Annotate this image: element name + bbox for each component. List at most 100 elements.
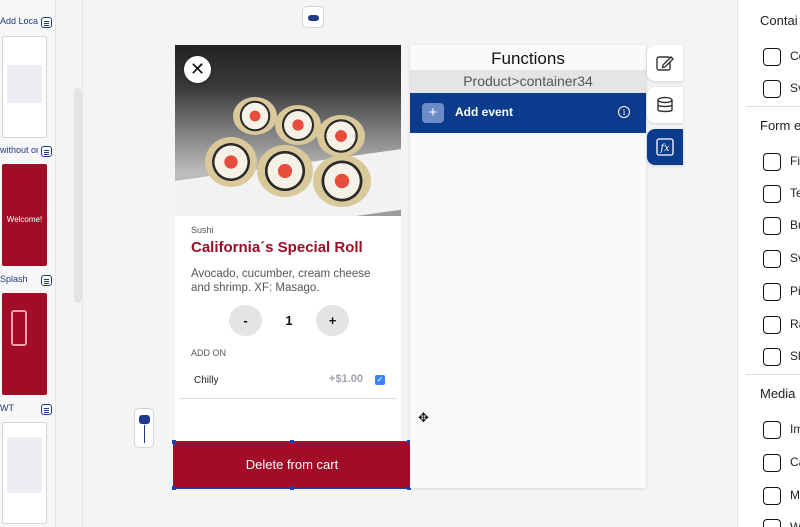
page-thumbnail-add-location[interactable] bbox=[2, 36, 47, 138]
selection-handle[interactable] bbox=[172, 486, 176, 490]
svg-icon bbox=[763, 80, 781, 98]
page-item-splash[interactable]: Splash bbox=[0, 274, 54, 290]
widget-label: Bu bbox=[790, 218, 800, 232]
quantity-stepper: - 1 + bbox=[229, 305, 349, 336]
widget-radio[interactable]: Ra bbox=[763, 315, 800, 335]
section-form-title: Form e bbox=[760, 118, 800, 133]
page-item-without-onboarding[interactable]: without on bbox=[0, 145, 54, 161]
edit-icon bbox=[656, 56, 674, 71]
product-title: California´s Special Roll bbox=[191, 239, 363, 256]
field-icon bbox=[763, 153, 781, 171]
page-label: without on bbox=[0, 145, 38, 155]
section-media-title: Media bbox=[760, 386, 796, 401]
info-icon[interactable]: i bbox=[618, 106, 630, 118]
widget-map[interactable]: M bbox=[763, 486, 800, 506]
widget-web[interactable]: W bbox=[763, 518, 800, 527]
widget-label: Sv bbox=[790, 251, 800, 265]
function-fx-icon: fx bbox=[656, 138, 674, 156]
add-event-label: Add event bbox=[455, 105, 514, 119]
side-resize-handle[interactable] bbox=[134, 408, 154, 448]
product-image: ✕ bbox=[175, 45, 401, 216]
widget-label: M bbox=[790, 488, 800, 502]
page-menu-icon[interactable] bbox=[41, 275, 52, 286]
page-menu-icon[interactable] bbox=[41, 404, 52, 415]
page-label: Splash bbox=[0, 274, 28, 284]
container-icon bbox=[763, 48, 781, 66]
widget-container[interactable]: Co bbox=[763, 47, 800, 67]
widget-label: Te bbox=[790, 186, 800, 200]
text-icon bbox=[763, 185, 781, 203]
widget-label: Ra bbox=[790, 317, 800, 331]
delete-from-cart-button[interactable]: Delete from cart bbox=[173, 441, 411, 489]
sushi-roll bbox=[313, 155, 371, 207]
page-item-wt[interactable]: WT bbox=[0, 403, 54, 419]
widget-label: Fi bbox=[790, 154, 800, 168]
widget-slider[interactable]: Sl bbox=[763, 347, 800, 367]
top-resize-handle[interactable] bbox=[302, 6, 324, 28]
page-label: WT bbox=[0, 403, 14, 413]
section-containers-title: Contai bbox=[760, 13, 798, 28]
selection-handle[interactable] bbox=[290, 486, 294, 490]
widget-label: Pi bbox=[790, 284, 800, 298]
functions-breadcrumb: Product>container34 bbox=[410, 70, 646, 93]
functions-title: Functions bbox=[491, 49, 565, 68]
sushi-roll bbox=[205, 137, 257, 187]
database-tab[interactable] bbox=[647, 87, 683, 123]
pages-panel: Add Locati without on Welcome! Splash WT bbox=[0, 0, 56, 527]
widget-field[interactable]: Fi bbox=[763, 152, 800, 172]
pages-scrollbar[interactable] bbox=[74, 88, 82, 303]
page-menu-icon[interactable] bbox=[41, 17, 52, 28]
edit-tab[interactable] bbox=[647, 45, 683, 81]
widget-camera[interactable]: Ca bbox=[763, 453, 800, 473]
close-button[interactable]: ✕ bbox=[184, 56, 211, 83]
widget-button[interactable]: Bu bbox=[763, 216, 800, 236]
widget-text[interactable]: Te bbox=[763, 184, 800, 204]
addon-header: ADD ON bbox=[191, 348, 227, 358]
widget-label: Sv bbox=[790, 81, 800, 95]
addon-price: +$1.00 bbox=[329, 373, 363, 385]
addon-name: Chilly bbox=[194, 375, 219, 386]
page-item-add-location[interactable]: Add Locati bbox=[0, 16, 54, 32]
increase-quantity-button[interactable]: + bbox=[316, 305, 349, 336]
page-thumbnail-without-onboarding[interactable]: Welcome! bbox=[2, 164, 47, 266]
selection-handle[interactable] bbox=[290, 440, 294, 444]
widget-label: W bbox=[790, 520, 800, 527]
add-event-button[interactable]: + Add event i bbox=[410, 93, 646, 133]
button-icon bbox=[763, 217, 781, 235]
widget-picker[interactable]: Pi bbox=[763, 282, 800, 302]
widget-label: Im bbox=[790, 422, 800, 436]
addon-checkbox[interactable]: ✓ bbox=[375, 375, 385, 385]
widget-switch[interactable]: Sv bbox=[763, 249, 800, 269]
addon-row[interactable]: Chilly +$1.00 ✓ bbox=[179, 367, 397, 399]
page-thumbnail-wt[interactable] bbox=[2, 422, 47, 524]
map-icon bbox=[763, 487, 781, 505]
phone-illustration bbox=[11, 310, 27, 346]
selection-handle[interactable] bbox=[172, 440, 176, 444]
product-category: Sushi bbox=[191, 225, 214, 235]
chevron-down-icon bbox=[763, 283, 781, 301]
panel-divider bbox=[82, 0, 83, 527]
widget-label: Ca bbox=[790, 455, 800, 469]
camera-icon bbox=[763, 454, 781, 472]
page-thumbnail-splash[interactable] bbox=[2, 293, 47, 395]
widget-label: Sl bbox=[790, 349, 800, 363]
sushi-roll bbox=[233, 97, 277, 135]
radio-icon bbox=[763, 316, 781, 334]
sushi-roll bbox=[317, 115, 365, 157]
widget-image[interactable]: Im bbox=[763, 420, 800, 440]
thumbnail-content bbox=[7, 65, 42, 103]
widget-svg[interactable]: Sv bbox=[763, 79, 800, 99]
svg-text:fx: fx bbox=[659, 143, 670, 154]
plus-icon: + bbox=[422, 103, 444, 123]
function-tab[interactable]: fx bbox=[647, 129, 683, 165]
switch-icon bbox=[763, 250, 781, 268]
image-icon bbox=[763, 421, 781, 439]
product-description: Avocado, cucumber, cream cheese and shri… bbox=[191, 268, 371, 294]
slider-icon bbox=[763, 348, 781, 366]
move-cursor-icon: ✥ bbox=[418, 410, 429, 425]
sushi-roll bbox=[275, 105, 321, 145]
functions-panel: Functions Product>container34 + Add even… bbox=[410, 45, 646, 488]
section-divider bbox=[746, 374, 800, 375]
page-menu-icon[interactable] bbox=[41, 146, 52, 157]
decrease-quantity-button[interactable]: - bbox=[229, 305, 262, 336]
